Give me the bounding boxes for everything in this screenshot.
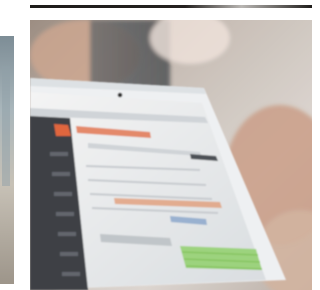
left-strip-image: [0, 36, 14, 284]
top-strip-image: [30, 5, 312, 8]
photo-collage: [0, 0, 312, 290]
top-strip-photo: [30, 0, 312, 8]
main-photo: [30, 20, 312, 290]
tablet-photo-image: [30, 20, 312, 290]
left-side-photo: [0, 36, 14, 284]
